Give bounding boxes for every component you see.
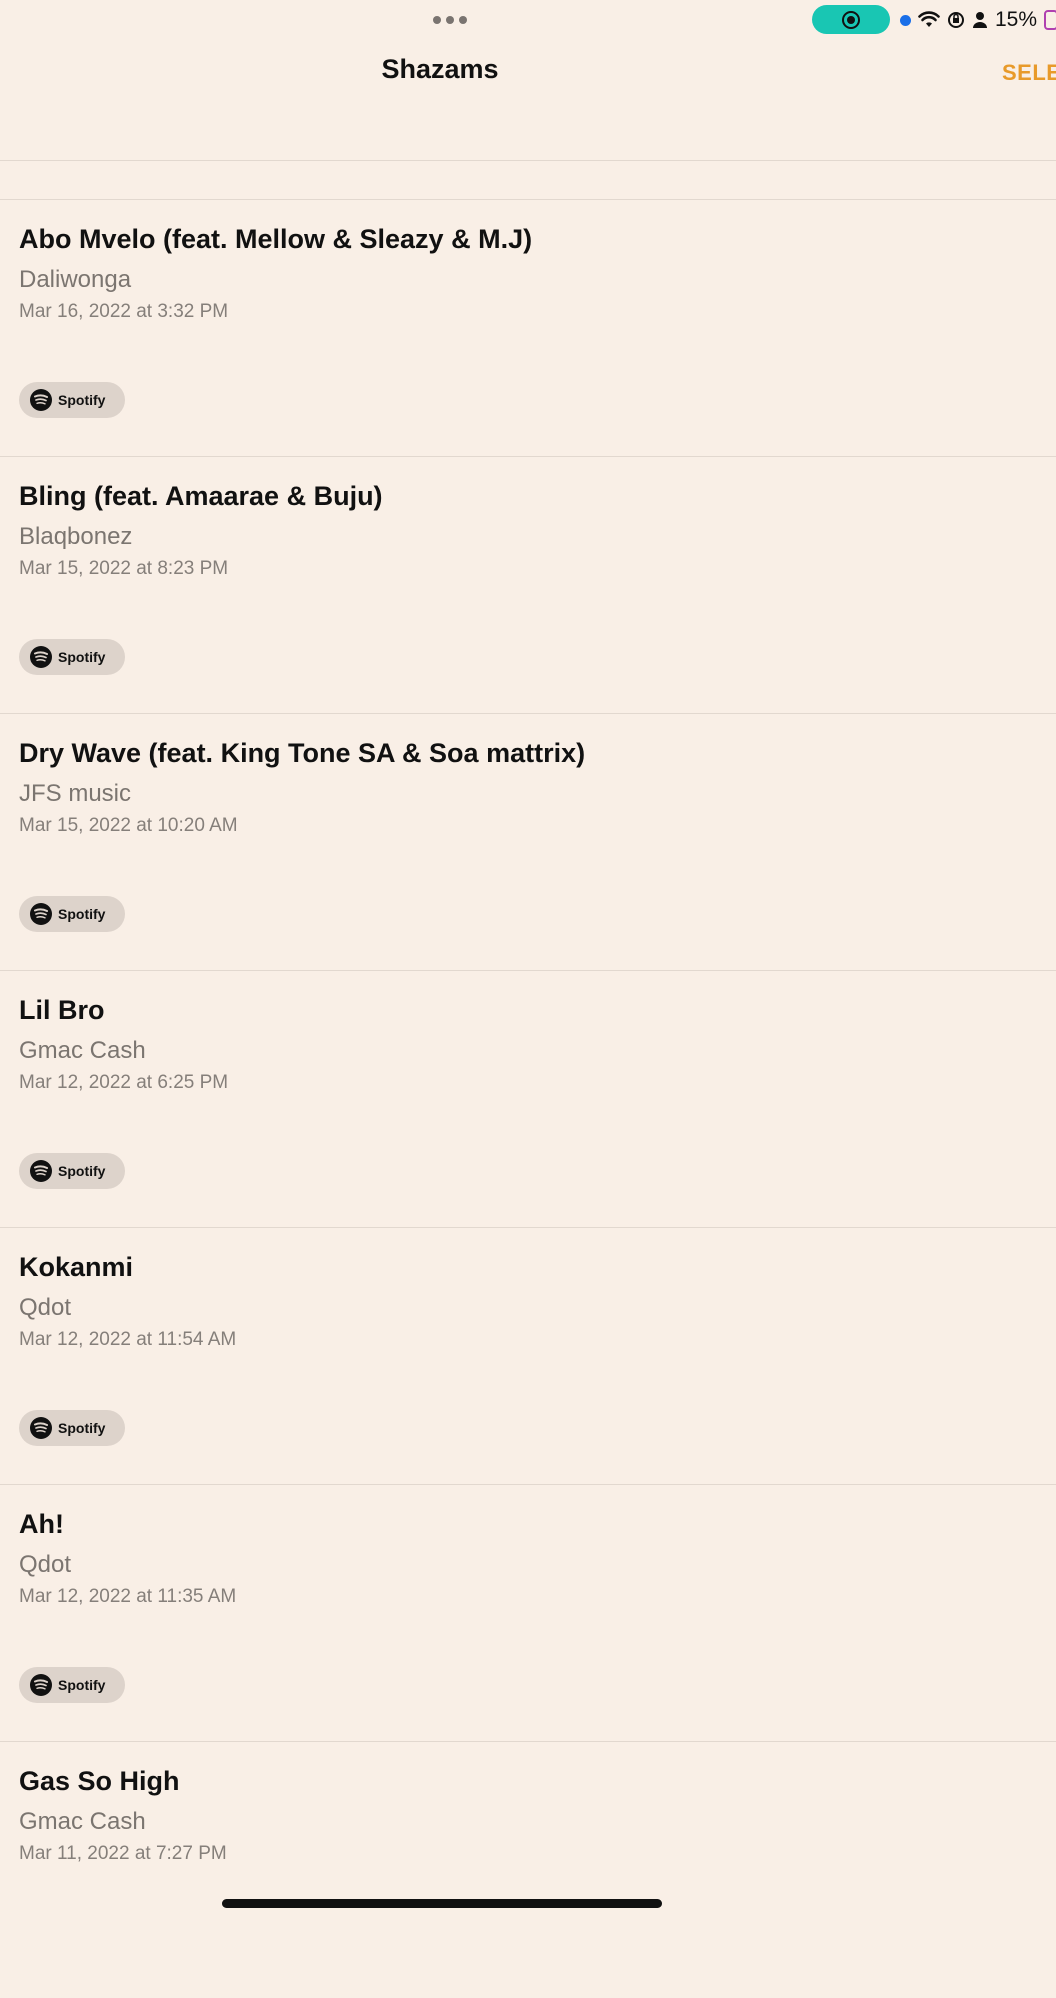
person-icon	[973, 12, 987, 28]
spotify-button[interactable]: Spotify	[19, 896, 125, 932]
location-dot-icon	[900, 14, 911, 26]
song-artist: Qdot	[19, 1551, 72, 1578]
song-artist: Gmac Cash	[19, 1808, 146, 1835]
song-title: Bling (feat. Amaarae & Buju)	[19, 481, 383, 511]
shazam-date: Mar 16, 2022 at 3:32 PM	[19, 301, 229, 322]
spotify-label: Spotify	[58, 392, 106, 408]
spotify-icon	[30, 1417, 52, 1439]
shazam-list: Abo Mvelo (feat. Mellow & Sleazy & M.J) …	[0, 199, 1056, 1998]
spotify-icon	[30, 903, 52, 925]
shazam-date: Mar 12, 2022 at 11:35 AM	[19, 1586, 237, 1607]
spotify-label: Spotify	[58, 649, 106, 665]
list-item[interactable]: Lil Bro Gmac Cash Mar 12, 2022 at 6:25 P…	[0, 970, 1056, 1227]
song-title: Lil Bro	[19, 995, 105, 1025]
orientation-lock-icon	[948, 12, 964, 28]
shazam-date: Mar 11, 2022 at 7:27 PM	[19, 1843, 227, 1864]
page-title: Shazams	[381, 54, 499, 84]
song-title: Ah!	[19, 1509, 64, 1539]
song-artist: JFS music	[19, 780, 132, 807]
song-artist: Qdot	[19, 1294, 72, 1321]
list-item[interactable]: Ah! Qdot Mar 12, 2022 at 11:35 AM Spotif…	[0, 1484, 1056, 1741]
shazam-date: Mar 12, 2022 at 6:25 PM	[19, 1072, 229, 1093]
wifi-icon	[918, 11, 940, 27]
spotify-button[interactable]: Spotify	[19, 1410, 125, 1446]
spotify-icon	[30, 1674, 52, 1696]
home-indicator[interactable]	[222, 1899, 662, 1908]
spotify-label: Spotify	[58, 1677, 106, 1693]
song-title: Abo Mvelo (feat. Mellow & Sleazy & M.J)	[19, 224, 533, 254]
spotify-label: Spotify	[58, 1163, 106, 1179]
spotify-button[interactable]: Spotify	[19, 382, 125, 418]
nav-divider	[0, 160, 1056, 161]
list-item[interactable]: Kokanmi Qdot Mar 12, 2022 at 11:54 AM Sp…	[0, 1227, 1056, 1484]
song-artist: Gmac Cash	[19, 1037, 146, 1064]
song-title: Kokanmi	[19, 1252, 134, 1282]
list-item[interactable]: Abo Mvelo (feat. Mellow & Sleazy & M.J) …	[0, 199, 1056, 456]
multitasking-dots-icon[interactable]	[420, 10, 480, 30]
shazam-date: Mar 12, 2022 at 11:54 AM	[19, 1329, 237, 1350]
shazam-date: Mar 15, 2022 at 10:20 AM	[19, 815, 238, 836]
spotify-icon	[30, 1160, 52, 1182]
status-bar: 15%	[0, 0, 1056, 40]
list-item[interactable]: Bling (feat. Amaarae & Buju) Blaqbonez M…	[0, 456, 1056, 713]
list-item[interactable]: Gas So High Gmac Cash Mar 11, 2022 at 7:…	[0, 1741, 1056, 1998]
song-title: Dry Wave (feat. King Tone SA & Soa mattr…	[19, 738, 586, 768]
song-artist: Daliwonga	[19, 266, 132, 293]
spotify-icon	[30, 389, 52, 411]
list-item[interactable]: Dry Wave (feat. King Tone SA & Soa mattr…	[0, 713, 1056, 970]
song-title: Gas So High	[19, 1766, 180, 1796]
battery-percentage: 15%	[995, 8, 1038, 31]
spotify-button[interactable]: Spotify	[19, 1667, 125, 1703]
spotify-label: Spotify	[58, 1420, 106, 1436]
spotify-icon	[30, 646, 52, 668]
record-icon	[842, 10, 860, 29]
song-artist: Blaqbonez	[19, 523, 133, 550]
battery-icon	[1044, 10, 1056, 30]
screen-recording-pill[interactable]	[812, 5, 890, 34]
spotify-button[interactable]: Spotify	[19, 639, 125, 675]
spotify-label: Spotify	[58, 906, 106, 922]
shazam-date: Mar 15, 2022 at 8:23 PM	[19, 558, 229, 579]
select-button[interactable]: SELE	[1002, 60, 1056, 86]
spotify-button[interactable]: Spotify	[19, 1153, 125, 1189]
status-icons: 15%	[900, 6, 1056, 34]
